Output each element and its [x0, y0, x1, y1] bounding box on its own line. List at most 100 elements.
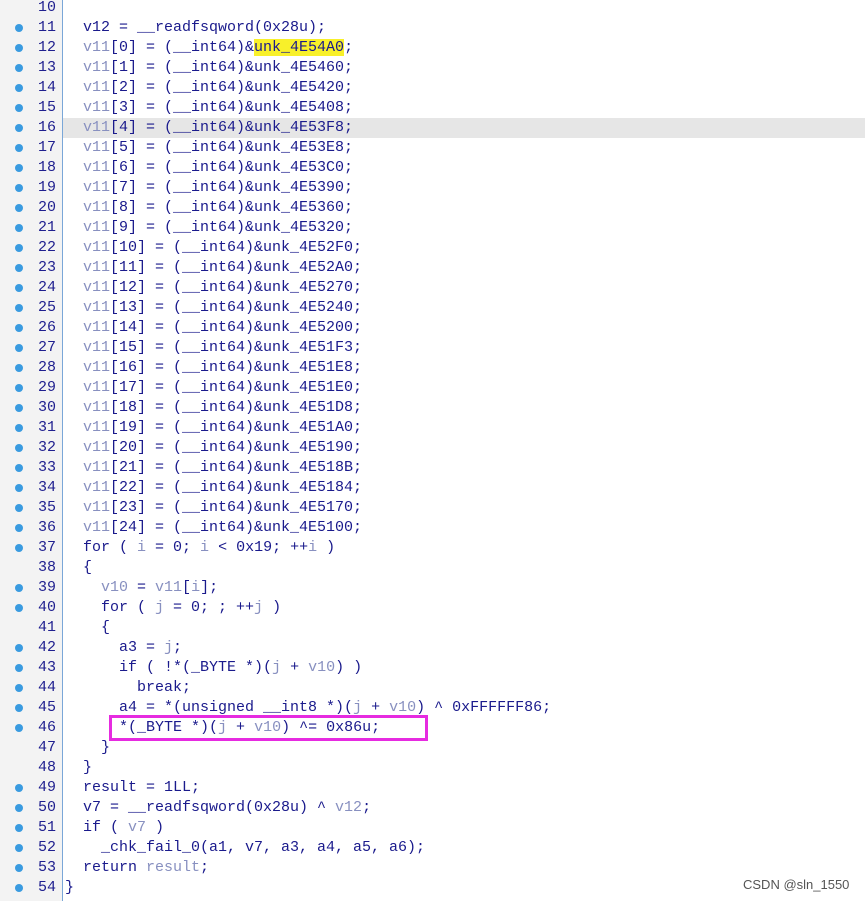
- breakpoint-dot-icon[interactable]: [15, 164, 23, 172]
- code-line[interactable]: 28 v11[16] = (__int64)&unk_4E51E8;: [0, 358, 865, 378]
- code-token[interactable]: [21] = (__int64)&unk_4E518B;: [110, 459, 362, 476]
- variable-token[interactable]: v10: [65, 579, 128, 596]
- code-line[interactable]: 29 v11[17] = (__int64)&unk_4E51E0;: [0, 378, 865, 398]
- code-token[interactable]: [12] = (__int64)&unk_4E5270;: [110, 279, 362, 296]
- code-token[interactable]: }: [65, 759, 92, 776]
- breakpoint-dot-icon[interactable]: [15, 24, 23, 32]
- code-token[interactable]: [14] = (__int64)&unk_4E5200;: [110, 319, 362, 336]
- breakpoint-dot-icon[interactable]: [15, 484, 23, 492]
- code-text[interactable]: _chk_fail_0(a1, v7, a3, a4, a5, a6);: [65, 839, 425, 856]
- variable-token[interactable]: v10: [308, 659, 335, 676]
- code-token[interactable]: [1] = (__int64)&unk_4E5460;: [110, 59, 353, 76]
- code-text[interactable]: v11[17] = (__int64)&unk_4E51E0;: [65, 379, 362, 396]
- code-token[interactable]: }: [65, 879, 74, 896]
- breakpoint-dot-icon[interactable]: [15, 524, 23, 532]
- variable-token[interactable]: v11: [65, 459, 110, 476]
- breakpoint-dot-icon[interactable]: [15, 884, 23, 892]
- code-line[interactable]: 12 v11[0] = (__int64)&unk_4E54A0;: [0, 38, 865, 58]
- variable-token[interactable]: v10: [389, 699, 416, 716]
- variable-token[interactable]: v11: [65, 39, 110, 56]
- variable-token[interactable]: v11: [65, 379, 110, 396]
- code-text[interactable]: {: [65, 619, 110, 636]
- code-token[interactable]: [3] = (__int64)&unk_4E5408;: [110, 99, 353, 116]
- breakpoint-dot-icon[interactable]: [15, 384, 23, 392]
- code-line[interactable]: 48 }: [0, 758, 865, 778]
- variable-token[interactable]: v11: [65, 139, 110, 156]
- breakpoint-dot-icon[interactable]: [15, 244, 23, 252]
- code-token[interactable]: ;: [173, 639, 182, 656]
- code-token[interactable]: if ( !*(_BYTE *)(: [65, 659, 272, 676]
- breakpoint-dot-icon[interactable]: [15, 464, 23, 472]
- code-text[interactable]: for ( j = 0; ; ++j ): [65, 599, 281, 616]
- code-line[interactable]: 40 for ( j = 0; ; ++j ): [0, 598, 865, 618]
- code-text[interactable]: v11[20] = (__int64)&unk_4E5190;: [65, 439, 362, 456]
- breakpoint-dot-icon[interactable]: [15, 844, 23, 852]
- code-line[interactable]: 14 v11[2] = (__int64)&unk_4E5420;: [0, 78, 865, 98]
- breakpoint-dot-icon[interactable]: [15, 864, 23, 872]
- code-text[interactable]: v11[10] = (__int64)&unk_4E52F0;: [65, 239, 362, 256]
- breakpoint-dot-icon[interactable]: [15, 64, 23, 72]
- variable-token[interactable]: v11: [65, 259, 110, 276]
- breakpoint-dot-icon[interactable]: [15, 424, 23, 432]
- breakpoint-dot-icon[interactable]: [15, 804, 23, 812]
- variable-token[interactable]: v7: [128, 819, 146, 836]
- code-line[interactable]: 43 if ( !*(_BYTE *)(j + v10) ): [0, 658, 865, 678]
- breakpoint-dot-icon[interactable]: [15, 44, 23, 52]
- code-text[interactable]: v11[11] = (__int64)&unk_4E52A0;: [65, 259, 362, 276]
- code-token[interactable]: = 0;: [146, 539, 200, 556]
- breakpoint-dot-icon[interactable]: [15, 344, 23, 352]
- breakpoint-dot-icon[interactable]: [15, 364, 23, 372]
- code-text[interactable]: v11[14] = (__int64)&unk_4E5200;: [65, 319, 362, 336]
- code-token[interactable]: [10] = (__int64)&unk_4E52F0;: [110, 239, 362, 256]
- code-token[interactable]: [8] = (__int64)&unk_4E5360;: [110, 199, 353, 216]
- variable-token[interactable]: i: [200, 539, 209, 556]
- variable-token[interactable]: i: [308, 539, 317, 556]
- breakpoint-dot-icon[interactable]: [15, 224, 23, 232]
- breakpoint-dot-icon[interactable]: [15, 204, 23, 212]
- variable-token[interactable]: v11: [65, 519, 110, 536]
- variable-token[interactable]: v11: [65, 119, 110, 136]
- code-text[interactable]: v11[16] = (__int64)&unk_4E51E8;: [65, 359, 362, 376]
- code-text[interactable]: v11[21] = (__int64)&unk_4E518B;: [65, 459, 362, 476]
- code-line[interactable]: 18 v11[6] = (__int64)&unk_4E53C0;: [0, 158, 865, 178]
- code-line[interactable]: 36 v11[24] = (__int64)&unk_4E5100;: [0, 518, 865, 538]
- breakpoint-dot-icon[interactable]: [15, 264, 23, 272]
- code-line[interactable]: 33 v11[21] = (__int64)&unk_4E518B;: [0, 458, 865, 478]
- code-token[interactable]: ): [263, 599, 281, 616]
- breakpoint-dot-icon[interactable]: [15, 104, 23, 112]
- breakpoint-dot-icon[interactable]: [15, 604, 23, 612]
- code-line[interactable]: 17 v11[5] = (__int64)&unk_4E53E8;: [0, 138, 865, 158]
- breakpoint-dot-icon[interactable]: [15, 684, 23, 692]
- breakpoint-dot-icon[interactable]: [15, 664, 23, 672]
- breakpoint-dot-icon[interactable]: [15, 584, 23, 592]
- code-token[interactable]: [19] = (__int64)&unk_4E51A0;: [110, 419, 362, 436]
- code-line[interactable]: 49 result = 1LL;: [0, 778, 865, 798]
- code-text[interactable]: v11[6] = (__int64)&unk_4E53C0;: [65, 159, 353, 176]
- code-token[interactable]: a4 = *(unsigned __int8 *)(: [65, 699, 353, 716]
- breakpoint-dot-icon[interactable]: [15, 324, 23, 332]
- variable-token[interactable]: v11: [65, 199, 110, 216]
- variable-token[interactable]: j: [164, 639, 173, 656]
- code-token[interactable]: if (: [65, 819, 128, 836]
- code-text[interactable]: v11[19] = (__int64)&unk_4E51A0;: [65, 419, 362, 436]
- code-token[interactable]: [5] = (__int64)&unk_4E53E8;: [110, 139, 353, 156]
- code-token[interactable]: [6] = (__int64)&unk_4E53C0;: [110, 159, 353, 176]
- code-text[interactable]: v11[9] = (__int64)&unk_4E5320;: [65, 219, 353, 236]
- code-text[interactable]: }: [65, 759, 92, 776]
- code-text[interactable]: v11[3] = (__int64)&unk_4E5408;: [65, 99, 353, 116]
- code-text[interactable]: v11[1] = (__int64)&unk_4E5460;: [65, 59, 353, 76]
- code-text[interactable]: v11[15] = (__int64)&unk_4E51F3;: [65, 339, 362, 356]
- code-text[interactable]: return result;: [65, 859, 209, 876]
- code-token[interactable]: [4] = (__int64)&unk_4E53F8;: [110, 119, 353, 136]
- breakpoint-dot-icon[interactable]: [15, 284, 23, 292]
- code-line[interactable]: 21 v11[9] = (__int64)&unk_4E5320;: [0, 218, 865, 238]
- breakpoint-dot-icon[interactable]: [15, 704, 23, 712]
- code-token[interactable]: [16] = (__int64)&unk_4E51E8;: [110, 359, 362, 376]
- code-line[interactable]: 11 v12 = __readfsqword(0x28u);: [0, 18, 865, 38]
- code-line[interactable]: 22 v11[10] = (__int64)&unk_4E52F0;: [0, 238, 865, 258]
- code-token[interactable]: ): [317, 539, 335, 556]
- variable-token[interactable]: v11: [65, 359, 110, 376]
- code-line[interactable]: 34 v11[22] = (__int64)&unk_4E5184;: [0, 478, 865, 498]
- code-line[interactable]: 30 v11[18] = (__int64)&unk_4E51D8;: [0, 398, 865, 418]
- code-line[interactable]: 39 v10 = v11[i];: [0, 578, 865, 598]
